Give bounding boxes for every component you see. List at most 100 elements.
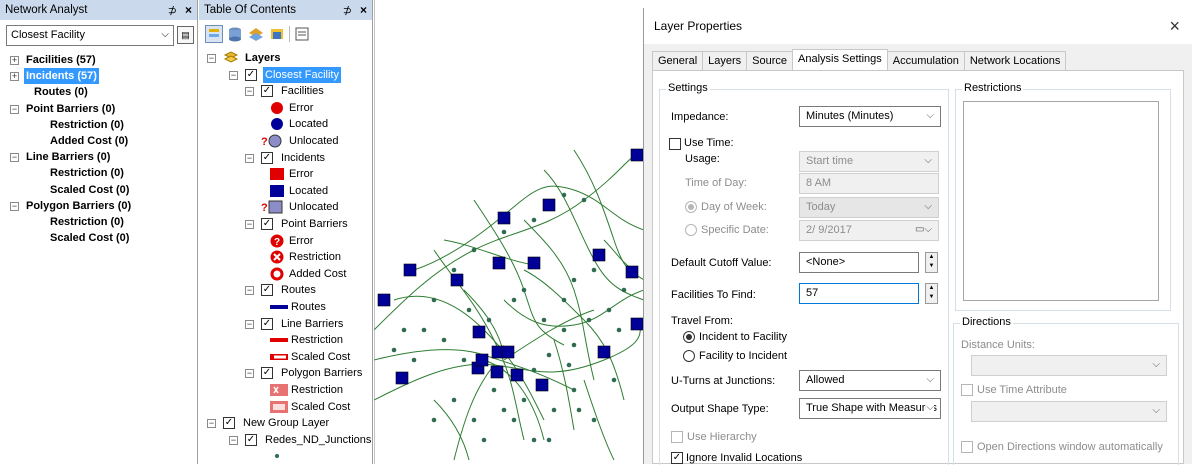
collapse-icon[interactable]: − bbox=[245, 153, 254, 163]
tab-network-locations[interactable]: Network Locations bbox=[963, 51, 1067, 71]
list-by-drawing-order-icon[interactable] bbox=[205, 25, 223, 43]
collapse-icon[interactable]: − bbox=[245, 319, 254, 329]
layer-visibility-checkbox[interactable]: ✓ bbox=[245, 433, 257, 446]
na-tree-item[interactable]: Scaled Cost (0) bbox=[0, 182, 197, 198]
tab-layers[interactable]: Layers bbox=[702, 51, 748, 71]
tab-general[interactable]: General bbox=[652, 51, 704, 71]
na-tree-item[interactable]: + Incidents (57) bbox=[0, 68, 197, 85]
options-icon[interactable] bbox=[293, 25, 311, 43]
expand-icon[interactable]: + bbox=[10, 56, 19, 65]
toc-row[interactable]: Error bbox=[199, 100, 372, 116]
toc-title-bar[interactable]: Table Of Contents ⊅ × bbox=[199, 0, 372, 20]
collapse-icon[interactable]: − bbox=[10, 104, 19, 114]
na-tree-item[interactable]: − Polygon Barriers (0) bbox=[0, 198, 197, 214]
use-time-checkbox[interactable] bbox=[669, 138, 681, 150]
collapse-icon[interactable]: − bbox=[207, 419, 216, 429]
collapse-icon[interactable]: − bbox=[207, 54, 216, 63]
distance-units-label: Distance Units: bbox=[961, 339, 1035, 351]
facilities-to-find-field[interactable]: 57 bbox=[799, 283, 919, 304]
na-tree-item[interactable]: Added Cost (0) bbox=[0, 133, 197, 149]
cutoff-field[interactable]: <None> bbox=[799, 252, 919, 273]
toc-row[interactable]: Restriction bbox=[199, 382, 372, 398]
collapse-icon[interactable]: − bbox=[10, 201, 19, 211]
layer-visibility-checkbox[interactable]: ✓ bbox=[261, 367, 273, 380]
layer-visibility-checkbox[interactable]: ✓ bbox=[261, 151, 273, 164]
toc-row[interactable]: − ✓ Polygon Barriers bbox=[199, 365, 372, 381]
incident-to-facility-radio[interactable] bbox=[683, 331, 695, 343]
na-tree-item[interactable]: Restriction (0) bbox=[0, 117, 197, 133]
toc-row[interactable]: ? Unlocated bbox=[199, 133, 372, 149]
list-by-source-icon[interactable] bbox=[226, 25, 244, 43]
map-view[interactable] bbox=[374, 0, 644, 464]
tab-source[interactable]: Source bbox=[746, 51, 794, 71]
layer-visibility-checkbox[interactable]: ✓ bbox=[261, 284, 273, 297]
na-tree-item[interactable]: Scaled Cost (0) bbox=[0, 230, 197, 246]
expand-icon[interactable]: + bbox=[10, 72, 19, 82]
na-tree-item[interactable]: Routes (0) bbox=[0, 84, 197, 100]
na-tree-item[interactable]: + Facilities (57) bbox=[0, 52, 197, 68]
list-by-visibility-icon[interactable] bbox=[247, 25, 265, 43]
toc-row[interactable]: ? Unlocated bbox=[199, 199, 372, 215]
ignore-invalid-checkbox[interactable]: ✓ bbox=[671, 452, 683, 464]
na-tree-item[interactable]: − Point Barriers (0) bbox=[0, 101, 197, 117]
toc-row[interactable]: − ✓ Routes bbox=[199, 282, 372, 298]
collapse-icon[interactable]: − bbox=[245, 286, 254, 296]
facility-to-incident-radio[interactable] bbox=[683, 350, 695, 362]
na-tree-item[interactable]: Restriction (0) bbox=[0, 214, 197, 230]
toc-row[interactable]: Routes bbox=[199, 299, 372, 315]
toc-row[interactable]: − ✓ Redes_ND_Junctions bbox=[199, 432, 372, 448]
toc-row[interactable]: ? Error bbox=[199, 233, 372, 249]
cutoff-spinner[interactable]: ▲ ▼ bbox=[925, 252, 938, 273]
toc-row[interactable]: − ✓ Closest Facility bbox=[199, 66, 372, 83]
dialog-close-icon[interactable]: × bbox=[1169, 16, 1180, 37]
toc-row[interactable]: − ✓ Point Barriers bbox=[199, 216, 372, 232]
restrictions-list[interactable] bbox=[963, 101, 1159, 301]
tab-accumulation[interactable]: Accumulation bbox=[886, 51, 965, 71]
toc-row[interactable]: Scaled Cost bbox=[199, 399, 372, 415]
toc-row[interactable]: − ✓ Facilities bbox=[199, 83, 372, 99]
layer-visibility-checkbox[interactable]: ✓ bbox=[261, 85, 273, 98]
collapse-icon[interactable]: − bbox=[229, 70, 238, 80]
output-shape-dropdown[interactable]: True Shape with Measures ⌵ bbox=[799, 398, 941, 419]
analysis-layer-dropdown[interactable]: Closest Facility ⌵ bbox=[6, 25, 174, 46]
tab-analysis-settings[interactable]: Analysis Settings bbox=[792, 49, 888, 71]
route-line bbox=[453, 364, 495, 461]
toc-row[interactable]: Scaled Cost bbox=[199, 349, 372, 365]
na-tree-item[interactable]: Restriction (0) bbox=[0, 165, 197, 181]
close-icon[interactable]: × bbox=[185, 3, 192, 17]
toc-row[interactable]: Added Cost bbox=[199, 266, 372, 282]
toc-row[interactable]: − ✓ Incidents bbox=[199, 150, 372, 166]
layer-visibility-checkbox[interactable]: ✓ bbox=[223, 417, 235, 430]
toc-row[interactable]: − ✓ New Group Layer bbox=[199, 415, 372, 431]
uturns-dropdown[interactable]: Allowed ⌵ bbox=[799, 370, 941, 391]
toc-row[interactable]: − ✓ Line Barriers bbox=[199, 316, 372, 332]
collapse-icon[interactable]: − bbox=[245, 87, 254, 97]
close-icon[interactable]: × bbox=[360, 3, 367, 17]
pin-icon[interactable]: ⊅ bbox=[168, 4, 177, 17]
impedance-dropdown[interactable]: Minutes (Minutes) ⌵ bbox=[799, 106, 941, 127]
collapse-icon[interactable]: − bbox=[245, 220, 254, 229]
facilities-spinner[interactable]: ▲ ▼ bbox=[925, 283, 938, 304]
network-analyst-title-bar[interactable]: Network Analyst ⊅ × bbox=[0, 0, 197, 20]
collapse-icon[interactable]: − bbox=[245, 369, 254, 379]
layer-visibility-checkbox[interactable]: ✓ bbox=[245, 68, 257, 81]
toc-layer-label: Restriction bbox=[291, 334, 343, 347]
toc-row[interactable]: Located bbox=[199, 116, 372, 132]
pin-icon[interactable]: ⊅ bbox=[343, 4, 352, 17]
toc-row[interactable]: Error bbox=[199, 166, 372, 182]
na-tree-item[interactable]: − Line Barriers (0) bbox=[0, 149, 197, 165]
layer-visibility-checkbox[interactable]: ✓ bbox=[261, 218, 273, 230]
toc-row[interactable]: Located bbox=[199, 183, 372, 199]
collapse-icon[interactable]: − bbox=[229, 435, 238, 445]
list-by-selection-icon[interactable] bbox=[268, 25, 286, 43]
collapse-icon[interactable]: − bbox=[10, 153, 19, 163]
network-map[interactable] bbox=[374, 0, 644, 464]
layer-visibility-checkbox[interactable]: ✓ bbox=[261, 317, 273, 330]
toc-row[interactable]: Restriction bbox=[199, 332, 372, 348]
window-properties-icon[interactable]: ▤ bbox=[177, 26, 194, 44]
toc-row[interactable]: Restriction bbox=[199, 249, 372, 265]
dialog-title-bar[interactable]: Layer Properties × bbox=[644, 8, 1192, 44]
day-of-week-value: Today bbox=[806, 201, 836, 213]
toc-row[interactable] bbox=[199, 448, 372, 464]
toc-row[interactable]: − Layers bbox=[199, 50, 372, 66]
